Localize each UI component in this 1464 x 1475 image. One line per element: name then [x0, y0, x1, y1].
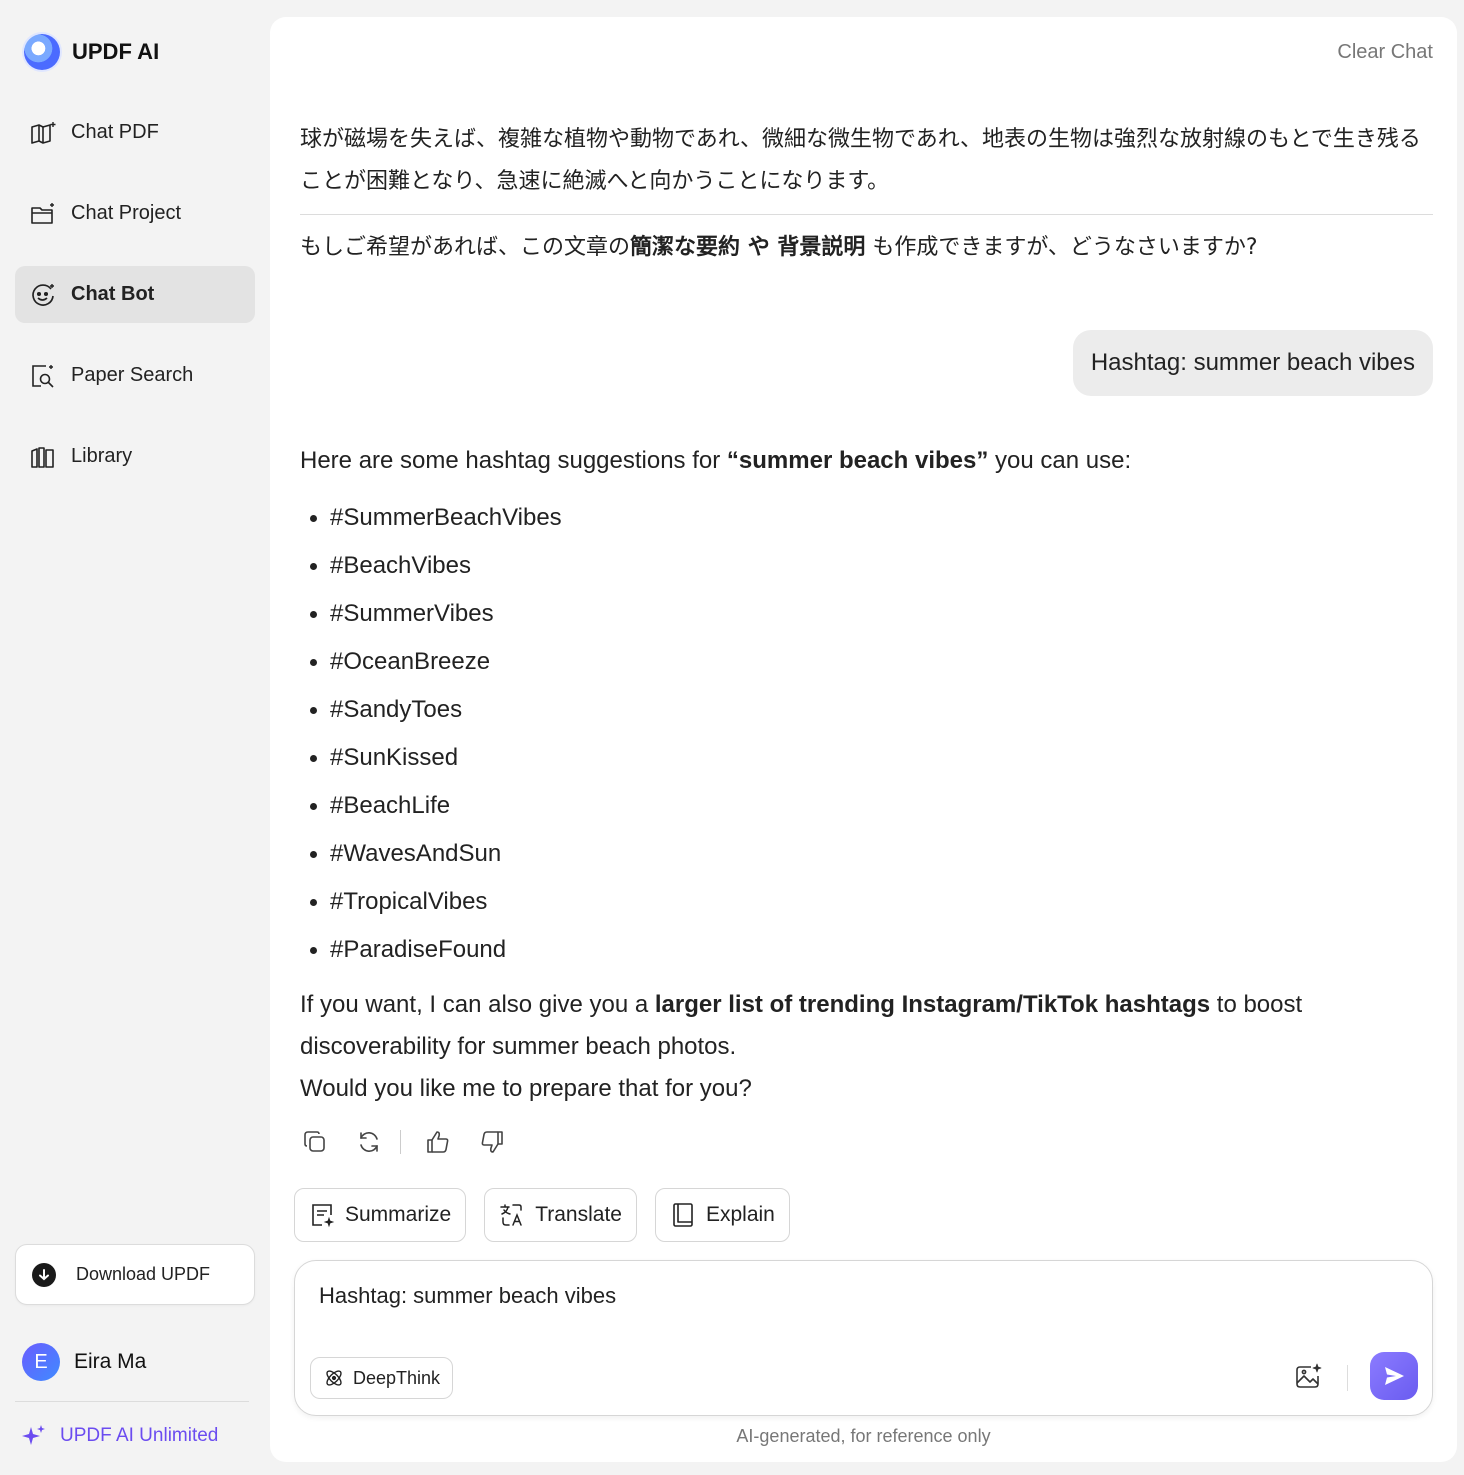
summarize-icon	[312, 1204, 335, 1228]
action-divider	[400, 1130, 401, 1154]
deepthink-label: DeepThink	[353, 1367, 441, 1388]
bold-text: larger list of trending Instagram/TikTok…	[654, 991, 1211, 1018]
sidebar-item-chat-bot[interactable]: Chat Bot	[15, 266, 255, 323]
message-divider	[300, 214, 1433, 215]
sidebar: UPDF AI Chat PDF Chat Project Chat Bot P…	[0, 0, 270, 1475]
explain-button[interactable]: Explain	[654, 1188, 790, 1242]
translate-icon	[500, 1204, 522, 1226]
book-sparkle-icon	[31, 121, 56, 144]
ai-message-japanese-question: もしご希望があれば、この文章の簡潔な要約 や 背景説明 も作成できますが、どうな…	[300, 227, 1435, 269]
regenerate-button[interactable]	[354, 1127, 384, 1157]
refresh-icon	[360, 1132, 378, 1152]
bold-text: 背景説明	[777, 235, 866, 260]
thumbs-down-icon	[481, 1131, 503, 1153]
sidebar-nav: Chat PDF Chat Project Chat Bot Paper Sea…	[15, 104, 255, 509]
list-item: #SummerBeachVibes	[300, 494, 562, 542]
ai-response-outro: If you want, I can also give you a large…	[300, 984, 1420, 1110]
updf-ai-unlimited-link[interactable]: UPDF AI Unlimited	[22, 1424, 218, 1448]
brand-name: UPDF AI	[72, 39, 160, 64]
text-span: Here are some hashtag suggestions for	[300, 447, 727, 474]
send-button[interactable]	[1370, 1352, 1418, 1400]
sidebar-item-paper-search[interactable]: Paper Search	[15, 347, 255, 404]
sidebar-item-label: Paper Search	[71, 364, 194, 386]
message-composer: DeepThink	[294, 1260, 1433, 1416]
download-icon	[32, 1262, 56, 1287]
user-message-bubble: Hashtag: summer beach vibes	[1072, 330, 1433, 396]
thumbs-down-button[interactable]	[477, 1127, 507, 1157]
sidebar-item-chat-project[interactable]: Chat Project	[15, 185, 255, 242]
thumbs-up-button[interactable]	[423, 1127, 453, 1157]
sparkle-icon	[22, 1425, 45, 1445]
list-item: #BeachVibes	[300, 542, 562, 590]
ai-message-japanese: 球が磁場を失えば、複雑な植物や動物であれ、微細な微生物であれ、地表の生物は強烈な…	[300, 127, 1421, 194]
text-span: も作成できますが、どうなさいますか?	[865, 235, 1258, 260]
list-item: #TropicalVibes	[300, 878, 562, 926]
list-item: #SandyToes	[300, 686, 562, 734]
hashtag-list: #SummerBeachVibes #BeachVibes #SummerVib…	[300, 494, 562, 974]
sidebar-item-library[interactable]: Library	[15, 428, 255, 485]
folder-sparkle-icon	[31, 202, 54, 224]
list-item: #BeachLife	[300, 782, 562, 830]
sidebar-divider	[15, 1401, 249, 1402]
ai-response-intro: Here are some hashtag suggestions for “s…	[300, 447, 1131, 475]
list-item: #ParadiseFound	[300, 926, 562, 974]
composer-divider	[1347, 1365, 1348, 1391]
chip-label: Explain	[705, 1203, 775, 1226]
sidebar-item-label: Library	[71, 445, 133, 467]
sidebar-item-chat-pdf[interactable]: Chat PDF	[15, 104, 255, 161]
chip-label: Translate	[535, 1203, 622, 1226]
text-span: you can use:	[988, 447, 1132, 474]
atom-icon	[326, 1370, 342, 1386]
deepthink-toggle[interactable]: DeepThink	[310, 1357, 454, 1399]
thumbs-up-icon	[427, 1131, 449, 1153]
chip-label: Summarize	[345, 1203, 452, 1226]
image-sparkle-icon	[1296, 1363, 1322, 1388]
bold-text: や	[740, 235, 778, 260]
avatar: E	[22, 1343, 60, 1381]
unlimited-label: UPDF AI Unlimited	[60, 1425, 219, 1446]
text-span: もしご希望があれば、この文章の	[300, 235, 631, 260]
download-label: Download UPDF	[76, 1264, 211, 1284]
clear-chat-button[interactable]: Clear Chat	[1337, 41, 1433, 64]
ai-disclaimer: AI-generated, for reference only	[736, 1426, 991, 1446]
summarize-button[interactable]: Summarize	[294, 1188, 467, 1242]
list-item: #SunKissed	[300, 734, 562, 782]
updf-logo-icon	[24, 34, 60, 70]
message-actions	[300, 1127, 531, 1157]
translate-button[interactable]: Translate	[484, 1188, 637, 1242]
copy-icon	[304, 1131, 325, 1152]
download-updf-button[interactable]: Download UPDF	[15, 1244, 255, 1305]
list-item: #OceanBreeze	[300, 638, 562, 686]
quick-actions: Summarize Translate Explain	[294, 1188, 790, 1242]
sidebar-item-label: Chat Bot	[71, 283, 155, 305]
list-item: #WavesAndSun	[300, 830, 562, 878]
text-span: If you want, I can also give you a	[300, 991, 655, 1018]
bold-text: “summer beach vibes”	[726, 447, 989, 474]
list-item: #SummerVibes	[300, 590, 562, 638]
document-search-icon	[32, 364, 54, 388]
library-books-icon	[31, 446, 54, 468]
message-input[interactable]	[319, 1283, 1219, 1309]
text-span: Would you like me to prepare that for yo…	[300, 1075, 752, 1102]
sidebar-item-label: Chat PDF	[71, 121, 159, 143]
copy-button[interactable]	[300, 1127, 330, 1157]
send-icon	[1385, 1367, 1404, 1385]
user-name: Eira Ma	[74, 1350, 147, 1373]
book-icon	[673, 1203, 693, 1227]
brand[interactable]: UPDF AI	[24, 34, 159, 70]
user-profile[interactable]: E Eira Ma	[22, 1343, 146, 1381]
sidebar-item-label: Chat Project	[71, 202, 182, 224]
image-upload-button[interactable]	[1292, 1361, 1324, 1393]
chat-panel: Clear Chat 球が磁場を失えば、複雑な植物や動物であれ、微細な微生物であ…	[270, 17, 1457, 1462]
bold-text: 簡潔な要約	[630, 235, 741, 260]
bot-face-icon	[32, 283, 54, 306]
